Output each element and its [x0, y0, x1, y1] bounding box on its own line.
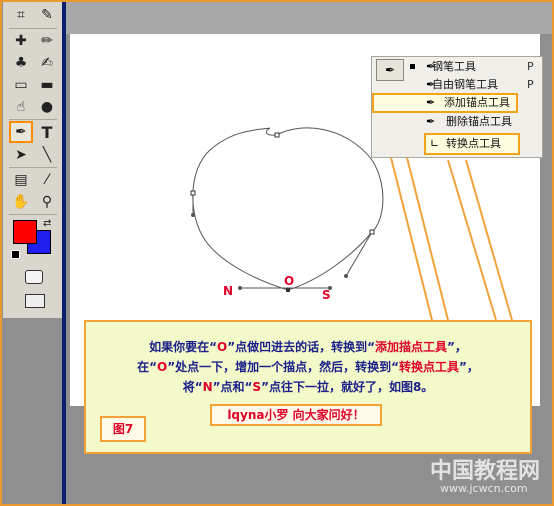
slice-icon[interactable]: ✎ [35, 4, 59, 26]
toolbox: ⌗ ✎ ✚ ✏ ♣ ✍ ▭ ▬ ☝ ● ✒ T ➤ ╲ ▤ ⁄ ✋ ⚲ ⇄ [3, 2, 63, 318]
pen-tool-icon[interactable]: ✒ [9, 121, 33, 143]
figure-label: 图7 [100, 416, 146, 442]
delete-anchor-icon: ✒ [426, 115, 436, 128]
text-segment: N [202, 380, 213, 394]
menu-shortcut: P [527, 78, 534, 91]
hand-icon[interactable]: ✋ [9, 191, 33, 213]
text-segment: O [217, 340, 228, 354]
text-segment: ”， [447, 340, 467, 354]
active-tool-bullet [410, 64, 415, 69]
healing-brush-icon[interactable]: ✚ [9, 30, 33, 52]
point-label-n: N [223, 284, 234, 298]
default-colors-icon[interactable] [11, 250, 20, 259]
workspace-background [66, 2, 552, 34]
document-edge [62, 2, 66, 504]
text-segment: 在“ [137, 360, 157, 374]
point-label-o: O [284, 274, 295, 288]
text-segment: O [157, 360, 168, 374]
menu-item-pen[interactable]: 钢笔工具 [432, 59, 476, 75]
text-segment: 添加描点工具 [374, 340, 447, 354]
instruction-panel: 如果你要在“O”点做凹进去的话，转换到“添加描点工具”， 在“O”处点一下，增加… [84, 320, 532, 454]
toolbox-divider [9, 214, 57, 215]
instruction-line-1: 如果你要在“O”点做凹进去的话，转换到“添加描点工具”， [86, 338, 530, 355]
zoom-icon[interactable]: ⚲ [35, 191, 59, 213]
convert-point-icon: ∟ [430, 137, 440, 150]
watermark-url: www.jcwcn.com [440, 482, 528, 495]
text-segment: S [252, 380, 262, 394]
instruction-line-3: 将“N”点和“S”点往下一拉，就好了，如图8。 [86, 378, 530, 395]
instruction-line-2: 在“O”处点一下，增加一个描点，然后，转换到“转换点工具”， [86, 358, 530, 375]
menu-item-delete-anchor[interactable]: 删除锚点工具 [446, 114, 512, 130]
gradient-icon[interactable]: ▬ [35, 74, 59, 96]
notes-icon[interactable]: ▤ [9, 169, 33, 191]
screen-mode-icon[interactable] [25, 294, 45, 308]
history-brush-icon[interactable]: ✍ [35, 52, 59, 74]
menu-item-add-anchor[interactable]: 添加锚点工具 [444, 95, 510, 111]
text-segment: ”点和“ [212, 380, 253, 394]
quick-mask-icon[interactable] [25, 270, 43, 284]
menu-item-convert-point[interactable]: 转换点工具 [446, 136, 501, 152]
text-segment: ”， [459, 360, 479, 374]
burn-icon[interactable]: ● [35, 96, 59, 118]
text-segment: 将“ [182, 380, 203, 394]
text-segment: ”点往下一拉，就好了，如图8。 [261, 380, 434, 394]
text-segment: ”点做凹进去的话，转换到“ [227, 340, 375, 354]
menu-shortcut: P [527, 60, 534, 73]
pen-tool-flyout: ✒ ✒ 钢笔工具 P ✒ 自由钢笔工具 P ✒ 添加锚点工具 ✒ 删除锚点工具 … [371, 56, 543, 158]
eyedropper-icon[interactable]: ⁄ [35, 169, 59, 191]
toolbox-divider [9, 28, 57, 29]
brush-icon[interactable]: ✏ [35, 30, 59, 52]
watermark-title: 中国教程网 [430, 459, 541, 484]
point-label-s: S [322, 288, 331, 302]
greeting-label: lqyna小罗 向大家问好！ [210, 404, 382, 426]
path-selection-icon[interactable]: ➤ [9, 144, 33, 166]
clone-stamp-icon[interactable]: ♣ [9, 52, 33, 74]
foreground-color-swatch[interactable] [13, 220, 37, 244]
text-segment: ”处点一下，增加一个描点，然后，转换到“ [167, 360, 399, 374]
toolbox-divider [9, 167, 57, 168]
eraser-icon[interactable]: ▭ [9, 74, 33, 96]
toolbox-divider [9, 119, 57, 120]
type-tool-icon[interactable]: T [35, 121, 59, 143]
add-anchor-icon: ✒ [426, 96, 436, 109]
line-tool-icon[interactable]: ╲ [35, 144, 59, 166]
crop-icon[interactable]: ⌗ [9, 4, 33, 26]
pen-button-icon[interactable]: ✒ [376, 59, 404, 81]
text-segment: 如果你要在“ [149, 340, 217, 354]
smudge-icon[interactable]: ☝ [9, 96, 33, 118]
swap-colors-icon[interactable]: ⇄ [43, 218, 51, 229]
text-segment: 转换点工具 [398, 360, 459, 374]
menu-item-freeform-pen[interactable]: 自由钢笔工具 [432, 77, 498, 93]
